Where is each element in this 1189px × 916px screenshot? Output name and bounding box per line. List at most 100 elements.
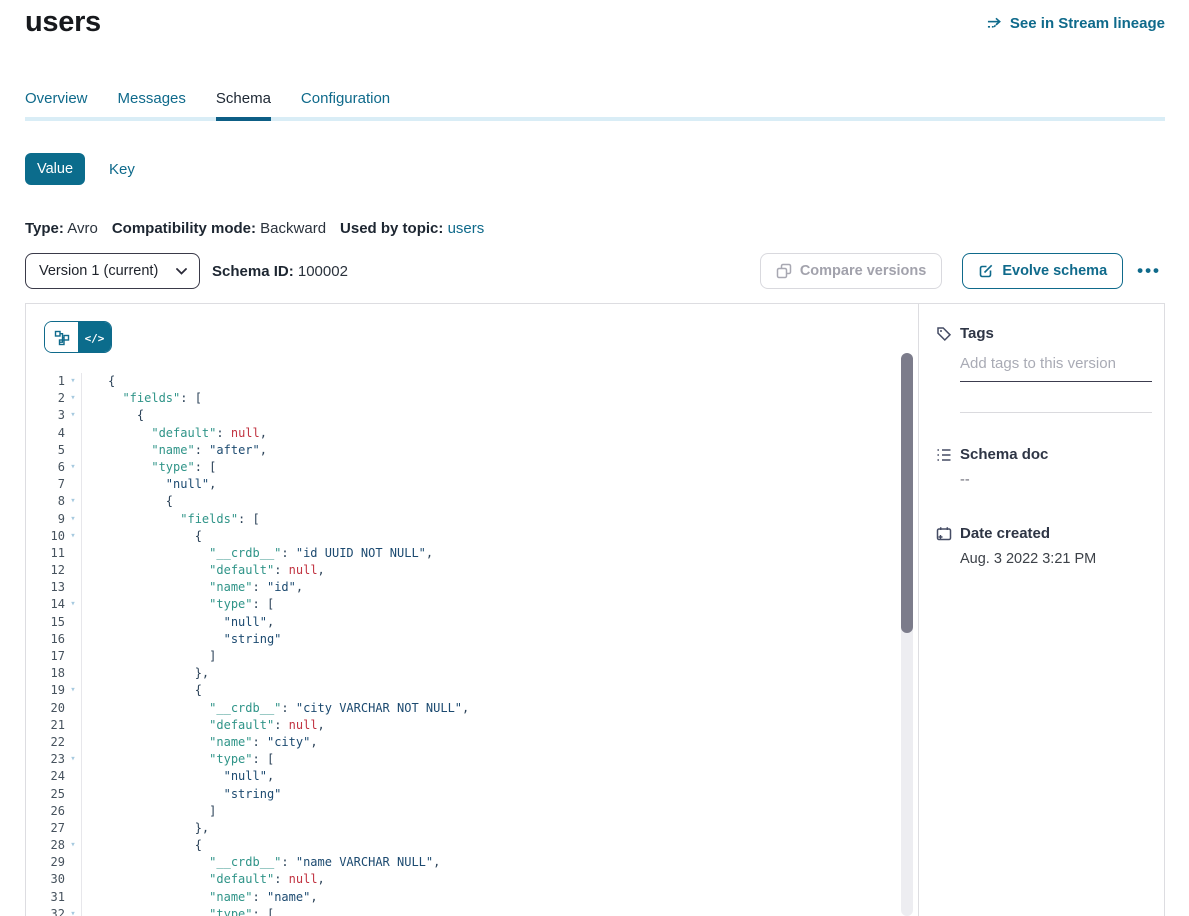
tab-configuration[interactable]: Configuration [301, 90, 390, 121]
line-number: 11 [26, 545, 65, 562]
tab-messages[interactable]: Messages [118, 90, 186, 121]
code-lines[interactable]: 1▾{2▾ "fields": [3▾ {4 "default": null,5… [26, 373, 894, 916]
line-number: 4 [26, 425, 65, 442]
fold-gutter [65, 425, 81, 442]
tags-section-header: Tags [919, 325, 1164, 342]
line-number: 18 [26, 665, 65, 682]
line-number: 30 [26, 871, 65, 888]
evolve-schema-edit-icon [978, 263, 994, 279]
code-text: "default": null, [81, 871, 894, 888]
code-text: "name": "after", [81, 442, 894, 459]
line-number: 5 [26, 442, 65, 459]
editor-scrollbar-track[interactable] [901, 353, 913, 916]
evolve-schema-label: Evolve schema [1002, 263, 1107, 279]
code-line: 27 }, [26, 820, 894, 837]
schema-detail-sidebar: Tags Schema doc -- [918, 304, 1164, 916]
type-label: Type: [25, 220, 64, 237]
code-text: "type": [ [81, 751, 894, 768]
fold-toggle-icon[interactable]: ▾ [65, 390, 81, 407]
code-text: "__crdb__": "city VARCHAR NOT NULL", [81, 700, 894, 717]
code-line: 17 ] [26, 648, 894, 665]
code-text: "type": [ [81, 459, 894, 476]
evolve-schema-button[interactable]: Evolve schema [962, 253, 1123, 289]
fold-toggle-icon[interactable]: ▾ [65, 528, 81, 545]
fold-toggle-icon[interactable]: ▾ [65, 751, 81, 768]
code-line: 16 "string" [26, 631, 894, 648]
fold-gutter [65, 579, 81, 596]
schema-id-field: Schema ID: 100002 [212, 263, 348, 280]
used-by-topic-label: Used by topic: [340, 220, 443, 237]
code-text: "__crdb__": "id UUID NOT NULL", [81, 545, 894, 562]
line-number: 28 [26, 837, 65, 854]
code-text: { [81, 373, 894, 390]
compare-versions-button[interactable]: Compare versions [760, 253, 943, 289]
fold-toggle-icon[interactable]: ▾ [65, 596, 81, 613]
editor-scrollbar-thumb[interactable] [901, 353, 913, 633]
code-line: 14▾ "type": [ [26, 596, 894, 613]
compatibility-field: Compatibility mode: Backward [112, 220, 326, 237]
schema-controls-row: Version 1 (current) Schema ID: 100002 Co… [25, 253, 1165, 289]
code-text: ] [81, 648, 894, 665]
fold-gutter [65, 700, 81, 717]
tab-overview[interactable]: Overview [25, 90, 88, 121]
type-field: Type: Avro [25, 220, 98, 237]
fold-gutter [65, 803, 81, 820]
code-line: 11 "__crdb__": "id UUID NOT NULL", [26, 545, 894, 562]
fold-toggle-icon[interactable]: ▾ [65, 837, 81, 854]
code-line: 15 "null", [26, 614, 894, 631]
fold-gutter [65, 476, 81, 493]
line-number: 25 [26, 786, 65, 803]
more-actions-button[interactable]: ••• [1133, 253, 1165, 289]
tab-underline-track [25, 117, 1165, 121]
code-line: 30 "default": null, [26, 871, 894, 888]
stream-lineage-icon [987, 16, 1003, 32]
list-icon [936, 447, 952, 463]
stream-lineage-link[interactable]: See in Stream lineage [987, 15, 1165, 32]
code-line: 9▾ "fields": [ [26, 511, 894, 528]
fold-toggle-icon[interactable]: ▾ [65, 407, 81, 424]
fold-toggle-icon[interactable]: ▾ [65, 511, 81, 528]
fold-gutter [65, 665, 81, 682]
line-number: 19 [26, 682, 65, 699]
code-line: 32▾ "type": [ [26, 906, 894, 916]
code-text: "null", [81, 476, 894, 493]
value-tab-button[interactable]: Value [25, 153, 85, 185]
line-number: 7 [26, 476, 65, 493]
code-text: "null", [81, 768, 894, 785]
line-number: 8 [26, 493, 65, 510]
key-tab-link[interactable]: Key [109, 161, 135, 178]
code-line: 8▾ { [26, 493, 894, 510]
date-created-value: Aug. 3 2022 3:21 PM [960, 551, 1164, 567]
tree-view-button[interactable] [45, 322, 78, 353]
fold-toggle-icon[interactable]: ▾ [65, 906, 81, 916]
date-created-section-header: Date created [919, 525, 1164, 542]
line-number: 32 [26, 906, 65, 916]
used-by-topic-link[interactable]: users [448, 220, 485, 237]
schema-id-value: 100002 [298, 263, 348, 280]
code-line: 6▾ "type": [ [26, 459, 894, 476]
code-view-button[interactable]: </> [78, 322, 111, 353]
line-number: 20 [26, 700, 65, 717]
line-number: 22 [26, 734, 65, 751]
used-by-topic-field: Used by topic: users [340, 220, 484, 237]
line-number: 15 [26, 614, 65, 631]
fold-toggle-icon[interactable]: ▾ [65, 459, 81, 476]
code-text: "type": [ [81, 596, 894, 613]
line-number: 21 [26, 717, 65, 734]
tab-schema[interactable]: Schema [216, 90, 271, 121]
code-line: 2▾ "fields": [ [26, 390, 894, 407]
page-title: users [25, 6, 101, 39]
line-number: 2 [26, 390, 65, 407]
schema-panel: </> 1▾{2▾ "fields": [3▾ {4 "default": nu… [25, 303, 1165, 916]
fold-gutter [65, 631, 81, 648]
add-tags-input[interactable] [960, 355, 1152, 382]
code-line: 1▾{ [26, 373, 894, 390]
code-text: }, [81, 665, 894, 682]
fold-gutter [65, 442, 81, 459]
fold-gutter [65, 889, 81, 906]
fold-toggle-icon[interactable]: ▾ [65, 373, 81, 390]
schema-code-editor[interactable]: </> 1▾{2▾ "fields": [3▾ {4 "default": nu… [26, 304, 918, 916]
fold-toggle-icon[interactable]: ▾ [65, 682, 81, 699]
fold-toggle-icon[interactable]: ▾ [65, 493, 81, 510]
version-select[interactable]: Version 1 (current) [25, 253, 200, 289]
